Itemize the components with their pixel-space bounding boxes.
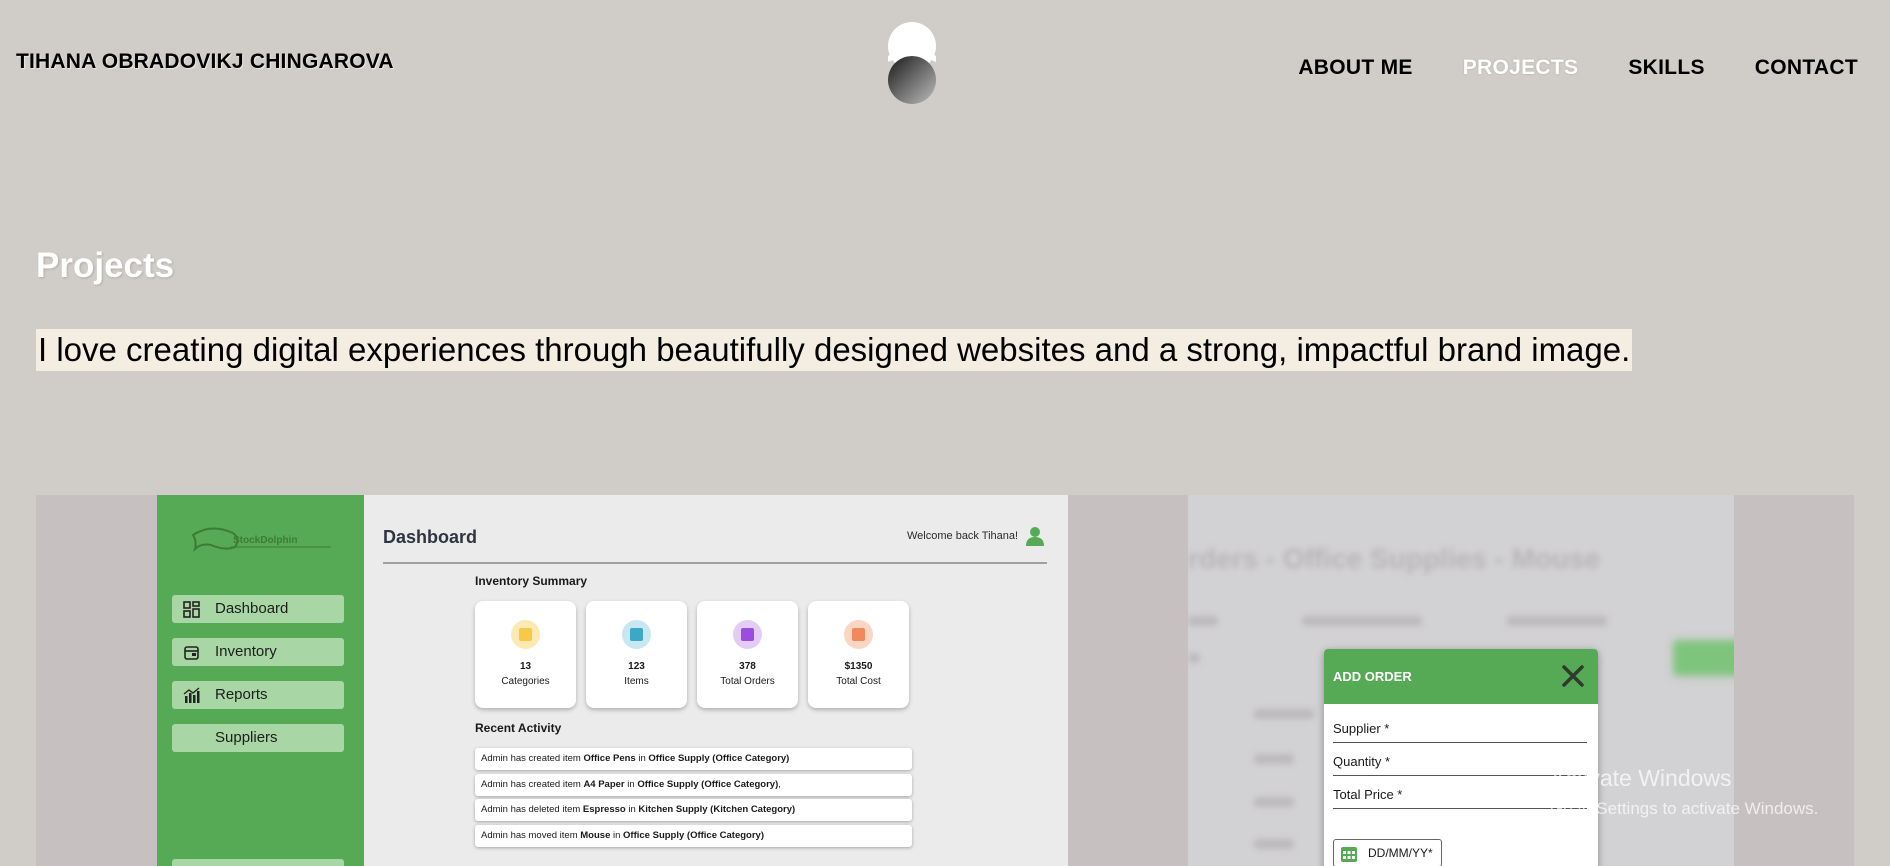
blurred-button [1673,640,1734,676]
sidebar-item-reports[interactable]: Reports [172,681,344,709]
folder-icon [511,620,540,649]
blurred-bar [1188,616,1218,626]
nav-contact[interactable]: CONTACT [1755,56,1858,80]
date-picker-button[interactable]: DD/MM/YY* [1333,839,1442,866]
sidebar-item-inventory[interactable]: Inventory [172,638,344,666]
document-icon [622,620,651,649]
inventory-summary-title: Inventory Summary [475,574,588,588]
sidebar-item-label: Reports [215,686,268,703]
sidebar-item-label: Dashboard [215,600,289,617]
sidebar-item-label: Inventory [215,643,277,660]
box-icon [184,646,199,660]
sidebar-item-label: Suppliers [215,729,278,746]
blurred-bar [1507,616,1607,626]
stat-value: 123 [628,661,645,672]
main-nav: ABOUT ME PROJECTS SKILLS CONTACT [1298,56,1858,80]
welcome-text: Welcome back Tihana! [907,530,1019,542]
quantity-field[interactable]: Quantity * [1333,754,1587,776]
grid-icon [183,601,200,618]
stat-card-categories[interactable]: 13 Categories [475,601,576,708]
stat-card-orders[interactable]: 378 Total Orders [697,601,798,708]
blurred-heading: rders - Office Supplies - Mouse [1188,543,1601,574]
sidebar-item-suppliers[interactable]: Suppliers [172,724,344,752]
page-title: Projects [36,246,175,285]
nav-projects[interactable]: PROJECTS [1463,56,1579,80]
activity-row[interactable]: Admin has created item A4 Paper in Offic… [475,774,912,796]
tagline: I love creating digital experiences thro… [36,329,1633,371]
stat-label: Total Cost [836,676,881,687]
nav-about-me[interactable]: ABOUT ME [1298,56,1412,80]
sidebar-bottom-item[interactable] [172,859,344,866]
supplier-field[interactable]: Supplier * [1333,721,1587,743]
stat-card-items[interactable]: 123 Items [586,601,687,708]
recent-activity-title: Recent Activity [475,721,562,735]
blurred-bar [1254,709,1314,719]
stat-value: $1350 [844,661,873,672]
total-price-field[interactable]: Total Price * [1333,787,1587,809]
blurred-bar [1302,616,1422,626]
add-order-modal: ADD ORDER Supplier * Quantity * Total Pr… [1324,649,1598,866]
user-icon[interactable] [1026,526,1044,546]
project-card-dashboard[interactable]: StockDolphin Dashboard Inventory Reports… [157,495,1068,866]
stat-value: 13 [519,661,532,672]
dashboard-divider [383,562,1047,564]
book-icon [733,620,762,649]
dashboard-title: Dashboard [383,527,478,547]
modal-title: ADD ORDER [1333,669,1412,684]
close-icon[interactable] [1560,663,1586,689]
coins-icon [844,620,873,649]
blurred-bar [1254,839,1294,849]
activity-row[interactable]: Admin has moved item Mouse in Office Sup… [475,825,912,847]
windows-activation-title: Activate Windows [1550,765,1732,791]
calendar-icon [1341,847,1357,862]
blurred-bar [1254,797,1294,807]
stat-label: Categories [501,676,550,687]
site-owner-name[interactable]: TIHANA OBRADOVIKJ CHINGAROVA [16,50,394,74]
stat-label: Items [624,676,649,687]
stat-card-cost[interactable]: $1350 Total Cost [808,601,909,708]
bar-chart-icon [183,687,200,703]
activity-row[interactable]: Admin has created item Office Pens in Of… [475,748,912,770]
blurred-bar [1254,754,1294,764]
dashboard-logo-text: StockDolphin [233,535,298,546]
windows-activation-subtitle: Go to Settings to activate Windows. [1550,799,1819,818]
dashboard-sidebar: StockDolphin Dashboard Inventory Reports… [157,495,364,866]
activity-row[interactable]: Admin has deleted item Espresso in Kitch… [475,799,912,821]
date-placeholder: DD/MM/YY* [1368,846,1433,860]
stat-label: Total Orders [720,676,775,687]
yin-yang-logo-icon[interactable] [884,22,940,104]
stat-value: 378 [739,661,756,672]
modal-header: ADD ORDER [1324,649,1598,704]
sidebar-item-dashboard[interactable]: Dashboard [172,595,344,623]
nav-skills[interactable]: SKILLS [1628,56,1704,80]
blurred-bar [1188,653,1200,663]
